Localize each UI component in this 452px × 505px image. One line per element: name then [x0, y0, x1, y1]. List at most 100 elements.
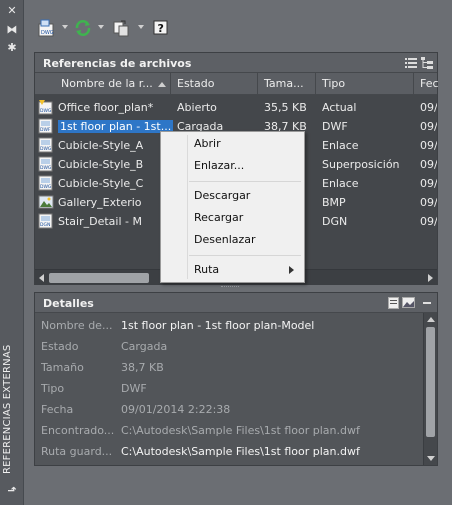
detail-label: Tamaño	[41, 361, 84, 374]
file-name: Cubicle-Style_C	[58, 177, 144, 190]
detail-row: Encontrado... C:\Autodesk\Sample Files\1…	[35, 420, 423, 441]
column-name-label: Nombre de la r...	[61, 77, 153, 90]
detail-label: Fecha	[41, 403, 74, 416]
detail-row: Estado Cargada	[35, 336, 423, 357]
image-icon	[38, 195, 54, 209]
detail-row: Tipo DWF	[35, 378, 423, 399]
svg-text:DWG: DWG	[40, 108, 52, 114]
file-type: DWF	[322, 120, 348, 133]
details-title: Detalles	[43, 297, 94, 310]
close-icon[interactable]: ✕	[6, 5, 18, 17]
detail-label: Ruta guard...	[41, 445, 113, 458]
dgn-icon: DGN	[38, 213, 53, 229]
column-size[interactable]: Tama...	[258, 73, 316, 95]
scroll-up-icon[interactable]	[427, 317, 435, 322]
dwg-icon: DWG	[38, 156, 53, 172]
column-date-label: Fec	[420, 77, 439, 90]
detail-value: 38,7 KB	[121, 361, 164, 374]
palette-main: DWG ? Referencias de archivos Nombre de …	[24, 0, 452, 505]
attach-icon[interactable]: ⬏	[6, 485, 18, 497]
file-type: Actual	[322, 101, 357, 114]
scrollbar-thumb[interactable]	[49, 273, 149, 283]
menu-item-path[interactable]: Ruta	[194, 261, 219, 279]
svg-text:DWG: DWG	[40, 184, 52, 190]
column-size-label: Tama...	[264, 77, 304, 90]
file-date: 09/0	[420, 177, 437, 190]
help-icon: ?	[153, 20, 168, 35]
file-date: 09/0	[420, 101, 437, 114]
menu-gutter	[187, 135, 188, 279]
change-path-dropdown-arrow[interactable]	[138, 25, 144, 29]
submenu-arrow-icon	[289, 266, 294, 274]
menu-separator	[189, 181, 301, 182]
settings-icon[interactable]: ✱	[6, 42, 18, 54]
file-date: 09/0	[420, 139, 437, 152]
column-status-label: Estado	[177, 77, 215, 90]
sort-up-icon	[158, 82, 166, 87]
scroll-down-icon[interactable]	[427, 456, 435, 461]
change-path-button[interactable]	[112, 19, 130, 37]
detail-label: Tipo	[41, 382, 65, 395]
refresh-button[interactable]	[74, 19, 92, 37]
file-name: Office floor_plan*	[58, 101, 154, 114]
collapse-icon[interactable]	[423, 302, 431, 304]
menu-item-attach[interactable]: Enlazar...	[194, 157, 244, 175]
menu-item-unload[interactable]: Descargar	[194, 187, 250, 205]
file-size: 35,5 KB	[264, 101, 307, 114]
detail-label: Encontrado...	[41, 424, 115, 437]
svg-text:DGN: DGN	[40, 222, 50, 228]
svg-text:?: ?	[158, 22, 164, 35]
details-view-icon[interactable]	[388, 297, 399, 309]
file-type: Superposición	[322, 158, 400, 171]
dwf-icon: DWF	[38, 118, 53, 134]
file-date: 09/0	[420, 120, 437, 133]
menu-item-reload[interactable]: Recargar	[194, 209, 243, 227]
details-panel: Detalles Nombre de... 1st floor plan - 1…	[34, 292, 438, 466]
menu-item-open[interactable]: Abrir	[194, 135, 221, 153]
file-type: BMP	[322, 196, 346, 209]
file-name: Cubicle-Style_B	[58, 158, 144, 171]
column-status[interactable]: Estado	[171, 73, 258, 95]
file-date: 09/0	[420, 196, 437, 209]
column-date[interactable]: Fec	[414, 73, 440, 95]
details-scroll-thumb[interactable]	[426, 327, 435, 437]
column-type[interactable]: Tipo	[316, 73, 414, 95]
svg-text:DWG: DWG	[40, 146, 52, 152]
file-list-column-header: Nombre de la r... Estado Tama... Tipo Fe…	[35, 73, 440, 95]
detail-row: Nombre de... 1st floor plan - 1st floor …	[35, 315, 423, 336]
attach-dwg-button[interactable]: DWG	[38, 19, 56, 37]
tree-view-icon[interactable]	[421, 57, 433, 69]
file-name: Gallery_Exterio	[58, 196, 142, 209]
detail-row: Ruta guard... C:\Autodesk\Sample Files\1…	[35, 441, 423, 462]
preview-icon[interactable]	[402, 297, 415, 308]
refresh-icon	[75, 20, 91, 36]
dwg-current-icon: DWG	[38, 100, 53, 115]
scroll-right-icon[interactable]	[428, 274, 433, 282]
refresh-dropdown-arrow[interactable]	[98, 25, 104, 29]
detail-value: Cargada	[121, 340, 168, 353]
file-row[interactable]: DWG Office floor_plan* Abierto 35,5 KB A…	[35, 98, 437, 117]
detail-row: Fecha 09/01/2014 2:22:38	[35, 399, 423, 420]
detail-value: 1st floor plan - 1st floor plan-Model	[121, 319, 315, 332]
dwg-icon: DWG	[38, 175, 53, 191]
file-references-header: Referencias de archivos	[35, 53, 437, 73]
svg-text:DWG: DWG	[40, 165, 52, 171]
help-button[interactable]: ?	[152, 19, 170, 37]
file-type: Enlace	[322, 177, 359, 190]
palette-side-bar: ✕ ⧓ ✱ REFERENCIAS EXTERNAS ⬏	[0, 0, 24, 505]
file-references-title: Referencias de archivos	[43, 57, 192, 70]
details-vertical-scrollbar[interactable]	[423, 313, 437, 465]
list-view-icon[interactable]	[405, 57, 417, 68]
file-date: 09/0	[420, 158, 437, 171]
file-name: 1st floor plan - 1st...	[58, 120, 174, 133]
file-type: Enlace	[322, 139, 359, 152]
scroll-left-icon[interactable]	[39, 274, 44, 282]
palette-title: REFERENCIAS EXTERNAS	[2, 344, 13, 474]
panel-splitter[interactable]	[221, 286, 239, 289]
menu-separator	[189, 255, 301, 256]
menu-item-detach[interactable]: Desenlazar	[194, 231, 256, 249]
column-name[interactable]: Nombre de la r...	[55, 73, 171, 95]
pin-icon[interactable]: ⧓	[6, 24, 18, 36]
detail-label: Nombre de...	[41, 319, 113, 332]
attach-dropdown-arrow[interactable]	[62, 25, 68, 29]
